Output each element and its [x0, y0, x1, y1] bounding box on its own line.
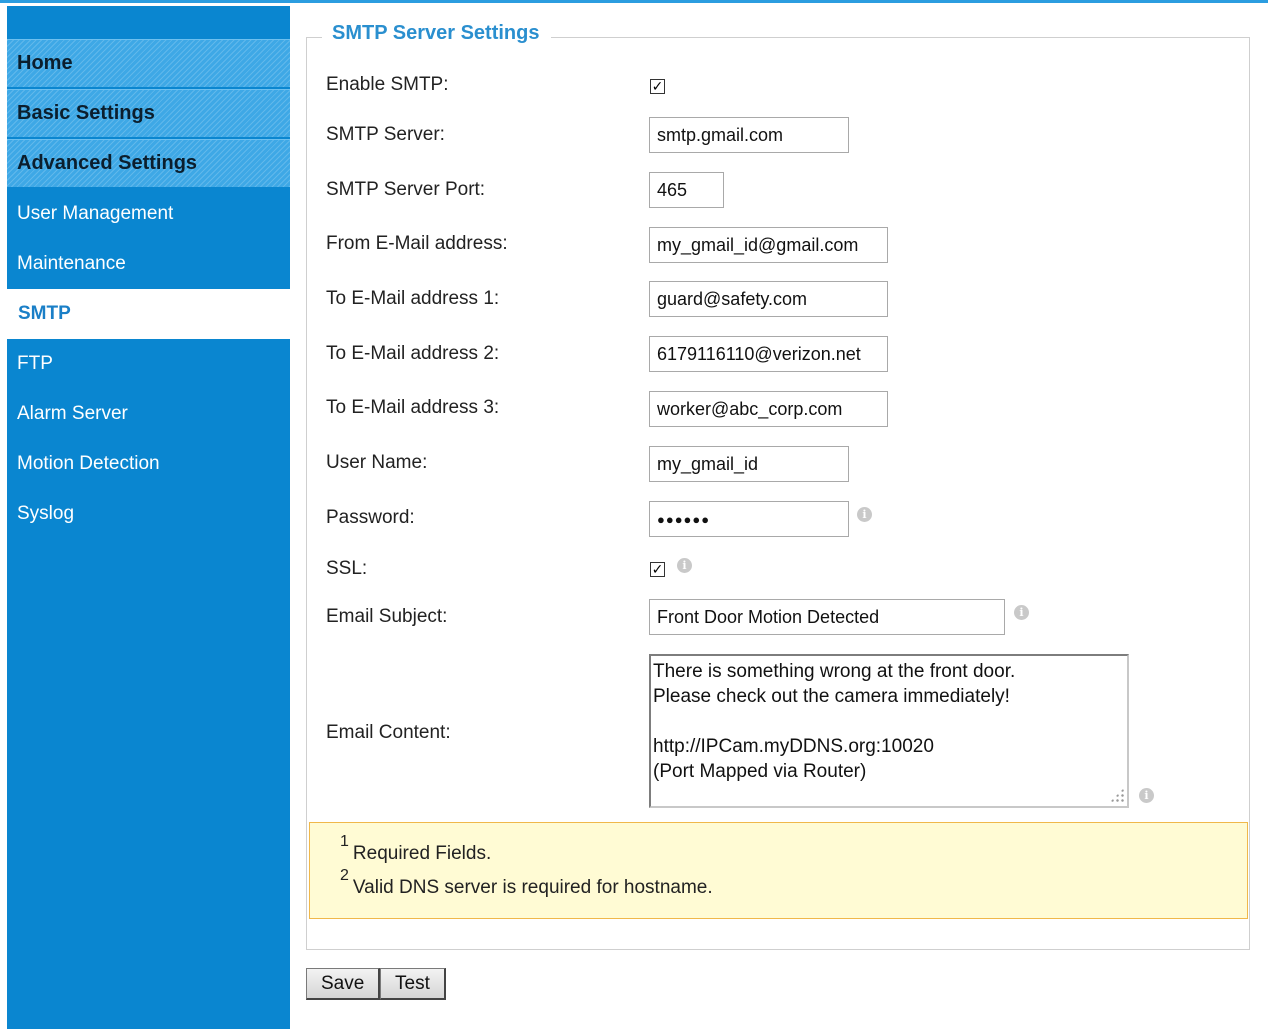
info-icon[interactable]: i — [857, 507, 872, 522]
to-email-2-input[interactable]: 6179116110@verizon.net — [649, 336, 888, 372]
user-name-input[interactable]: my_gmail_id — [649, 446, 849, 482]
password-label: Password: — [326, 507, 415, 528]
ssl-label: SSL: — [326, 558, 368, 579]
to-email-1-label: To E-Mail address 1: — [326, 288, 500, 309]
password-input[interactable]: ●●●●●● — [649, 501, 849, 537]
email-subject-input[interactable]: Front Door Motion Detected — [649, 599, 1005, 635]
ssl-checkbox[interactable]: ✓ — [650, 562, 665, 577]
user-name-label: User Name: — [326, 452, 428, 473]
save-button[interactable]: Save — [306, 968, 381, 1000]
sidebar-item-syslog[interactable]: Syslog — [7, 489, 290, 539]
note-number: 1 — [340, 833, 349, 850]
info-icon[interactable]: i — [1014, 605, 1029, 620]
email-subject-label: Email Subject: — [326, 606, 448, 627]
to-email-3-label: To E-Mail address 3: — [326, 397, 500, 418]
smtp-port-label: SMTP Server Port: — [326, 179, 486, 200]
sidebar-item-ftp[interactable]: FTP — [7, 339, 290, 389]
note-item: 2 Valid DNS server is required for hostn… — [340, 867, 1217, 905]
nav-home[interactable]: Home — [7, 39, 290, 87]
checkmark-icon: ✓ — [651, 78, 664, 94]
email-content-label: Email Content: — [326, 722, 451, 743]
sidebar-item-motion-detection[interactable]: Motion Detection — [7, 439, 290, 489]
sidebar-item-smtp[interactable]: SMTP — [7, 289, 290, 339]
smtp-port-input[interactable]: 465 — [649, 172, 724, 208]
notes-box: 1 Required Fields. 2 Valid DNS server is… — [309, 822, 1248, 919]
email-content-textarea[interactable]: There is something wrong at the front do… — [649, 654, 1129, 808]
to-email-3-input[interactable]: worker@abc_corp.com — [649, 391, 888, 427]
panel-title: SMTP Server Settings — [322, 22, 552, 45]
note-item: 1 Required Fields. — [340, 833, 1217, 871]
top-accent-line — [0, 0, 1268, 3]
smtp-settings-panel — [306, 37, 1250, 950]
smtp-server-label: SMTP Server: — [326, 124, 445, 145]
test-button[interactable]: Test — [380, 968, 446, 1000]
sidebar-item-user-management[interactable]: User Management — [7, 189, 290, 239]
sidebar-item-maintenance[interactable]: Maintenance — [7, 239, 290, 289]
nav-advanced-settings[interactable]: Advanced Settings — [7, 139, 290, 187]
to-email-1-input[interactable]: guard@safety.com — [649, 281, 888, 317]
enable-smtp-label: Enable SMTP: — [326, 74, 449, 95]
note-text: Valid DNS server is required for hostnam… — [352, 877, 713, 898]
enable-smtp-checkbox[interactable]: ✓ — [650, 79, 665, 94]
checkmark-icon: ✓ — [651, 561, 664, 577]
smtp-server-input[interactable]: smtp.gmail.com — [649, 117, 849, 153]
note-number: 2 — [340, 867, 349, 884]
info-icon[interactable]: i — [677, 558, 692, 573]
from-email-input[interactable]: my_gmail_id@gmail.com — [649, 227, 888, 263]
nav-basic-settings[interactable]: Basic Settings — [7, 89, 290, 137]
sidebar-item-alarm-server[interactable]: Alarm Server — [7, 389, 290, 439]
to-email-2-label: To E-Mail address 2: — [326, 343, 500, 364]
info-icon[interactable]: i — [1139, 788, 1154, 803]
note-text: Required Fields. — [352, 843, 492, 864]
sidebar: Home Basic Settings Advanced Settings Us… — [7, 6, 290, 1029]
from-email-label: From E-Mail address: — [326, 233, 508, 254]
